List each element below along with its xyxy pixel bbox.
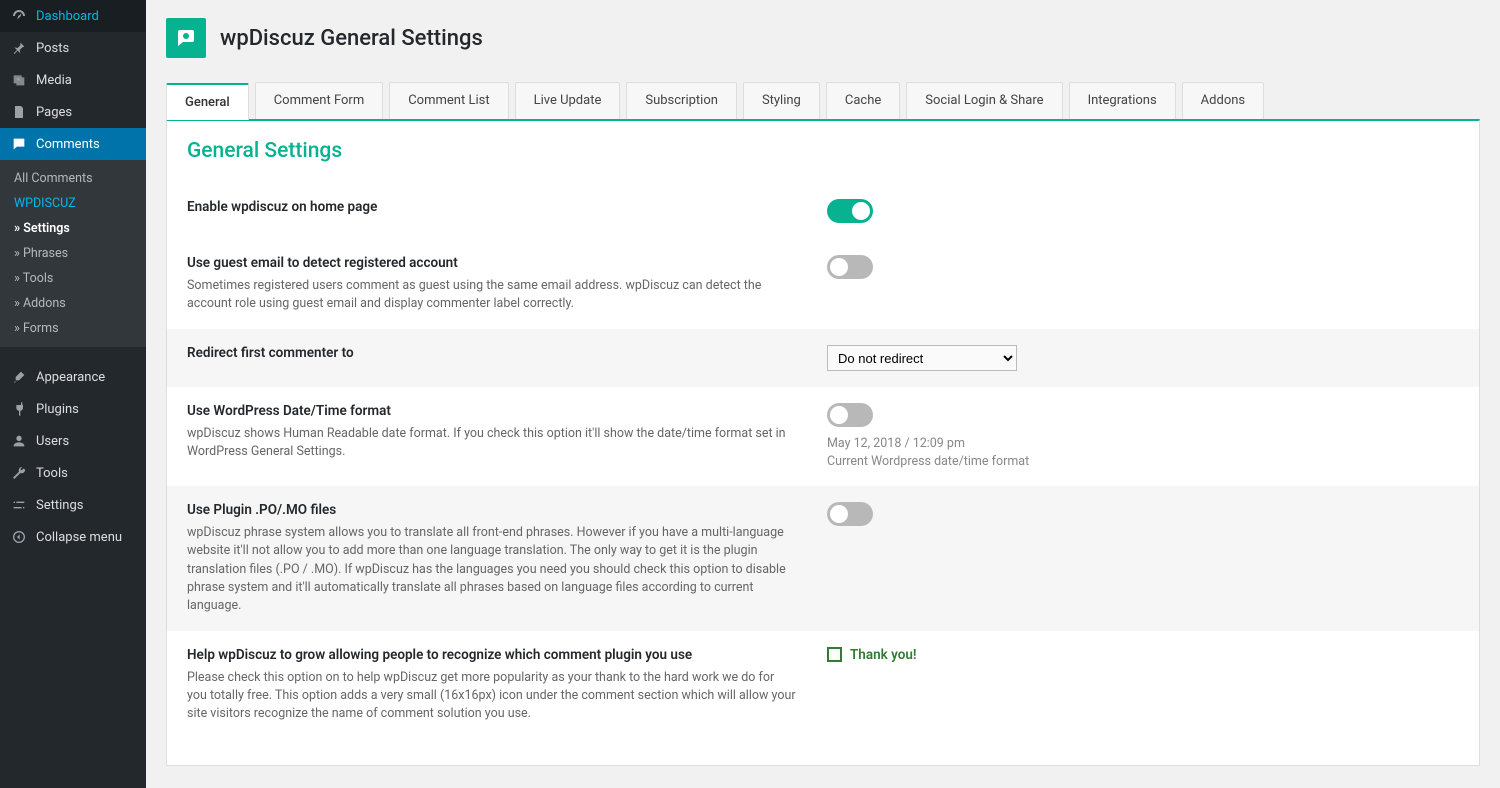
toggle-switch[interactable] xyxy=(827,199,873,223)
collapse-icon xyxy=(10,528,28,546)
wrench-icon xyxy=(10,464,28,482)
setting-label: Help wpDiscuz to grow allowing people to… xyxy=(187,647,797,663)
setting-row: Use guest email to detect registered acc… xyxy=(187,239,1459,329)
tab-general[interactable]: General xyxy=(166,83,249,120)
sidebar-item-label: Settings xyxy=(36,498,83,513)
sidebar-subitem[interactable]: » Phrases xyxy=(0,241,146,266)
sidebar-item-appearance[interactable]: Appearance xyxy=(0,361,146,393)
sidebar-item-pages[interactable]: Pages xyxy=(0,96,146,128)
sidebar-item-label: Plugins xyxy=(36,402,79,417)
main-content: wpDiscuz General Settings GeneralComment… xyxy=(146,0,1500,788)
sidebar-item-label: Comments xyxy=(36,137,100,152)
sidebar-item-media[interactable]: Media xyxy=(0,64,146,96)
plug-icon xyxy=(10,400,28,418)
sidebar-item-label: Dashboard xyxy=(36,9,99,24)
toggle-switch[interactable] xyxy=(827,502,873,526)
page-title: wpDiscuz General Settings xyxy=(220,26,483,51)
media-icon xyxy=(10,71,28,89)
toggle-switch[interactable] xyxy=(827,255,873,279)
sidebar-subitem[interactable]: All Comments xyxy=(0,166,146,191)
sidebar-item-comments[interactable]: Comments xyxy=(0,128,146,160)
setting-label: Redirect first commenter to xyxy=(187,345,797,361)
tab-integrations[interactable]: Integrations xyxy=(1069,82,1176,119)
user-icon xyxy=(10,432,28,450)
setting-description: wpDiscuz phrase system allows you to tra… xyxy=(187,524,797,615)
page-header: wpDiscuz General Settings xyxy=(166,18,1480,58)
sidebar-item-label: Pages xyxy=(36,105,72,120)
setting-label: Enable wpdiscuz on home page xyxy=(187,199,797,215)
setting-row: Help wpDiscuz to grow allowing people to… xyxy=(187,631,1459,739)
setting-description: Please check this option on to help wpDi… xyxy=(187,669,797,723)
plugin-logo-icon xyxy=(166,18,206,58)
sidebar-subitem[interactable]: » Forms xyxy=(0,316,146,341)
setting-label: Use guest email to detect registered acc… xyxy=(187,255,797,271)
sidebar-item-label: Users xyxy=(36,434,69,449)
sidebar-item-collapse-menu[interactable]: Collapse menu xyxy=(0,521,146,553)
pin-icon xyxy=(10,39,28,57)
toggle-switch[interactable] xyxy=(827,403,873,427)
sidebar-item-dashboard[interactable]: Dashboard xyxy=(0,0,146,32)
brush-icon xyxy=(10,368,28,386)
tab-comment-form[interactable]: Comment Form xyxy=(255,82,384,119)
tab-subscription[interactable]: Subscription xyxy=(626,82,737,119)
tab-addons[interactable]: Addons xyxy=(1182,82,1264,119)
tab-styling[interactable]: Styling xyxy=(743,82,820,119)
admin-sidebar: Dashboard Posts Media Pages Comments All Com… xyxy=(0,0,146,788)
sidebar-item-posts[interactable]: Posts xyxy=(0,32,146,64)
setting-description: wpDiscuz shows Human Readable date forma… xyxy=(187,425,797,461)
settings-tabs: GeneralComment FormComment ListLive Upda… xyxy=(166,82,1480,119)
tab-cache[interactable]: Cache xyxy=(826,82,900,119)
sidebar-item-label: Tools xyxy=(36,466,68,481)
sidebar-item-label: Posts xyxy=(36,41,69,56)
settings-panel: General Settings Enable wpdiscuz on home… xyxy=(166,119,1480,766)
setting-label: Use Plugin .PO/.MO files xyxy=(187,502,797,518)
tab-comment-list[interactable]: Comment List xyxy=(389,82,508,119)
checkbox-label: Thank you! xyxy=(850,647,917,663)
comment-icon xyxy=(10,135,28,153)
setting-row: Use WordPress Date/Time format wpDiscuz s… xyxy=(187,387,1459,486)
sidebar-subitem[interactable]: WPDISCUZ xyxy=(0,191,146,216)
setting-meta: May 12, 2018 / 12:09 pmCurrent Wordpress… xyxy=(827,435,1459,470)
sidebar-item-label: Collapse menu xyxy=(36,530,122,545)
sidebar-item-label: Media xyxy=(36,73,72,88)
setting-description: Sometimes registered users comment as gu… xyxy=(187,277,797,313)
setting-row: Enable wpdiscuz on home page xyxy=(187,183,1459,239)
tab-social-login-share[interactable]: Social Login & Share xyxy=(906,82,1062,119)
setting-row: Use Plugin .PO/.MO files wpDiscuz phrase … xyxy=(167,486,1479,631)
panel-title: General Settings xyxy=(187,139,1459,163)
sidebar-item-label: Appearance xyxy=(36,370,105,385)
dashboard-icon xyxy=(10,7,28,25)
sidebar-item-plugins[interactable]: Plugins xyxy=(0,393,146,425)
redirect-select[interactable]: Do not redirect xyxy=(827,345,1017,371)
setting-label: Use WordPress Date/Time format xyxy=(187,403,797,419)
tab-live-update[interactable]: Live Update xyxy=(515,82,621,119)
thankyou-checkbox[interactable] xyxy=(827,647,842,662)
sidebar-submenu: All CommentsWPDISCUZ» Settings» Phrases»… xyxy=(0,160,146,347)
sidebar-item-settings[interactable]: Settings xyxy=(0,489,146,521)
setting-row: Redirect first commenter to Do not redire… xyxy=(167,329,1479,387)
sidebar-subitem[interactable]: » Settings xyxy=(0,216,146,241)
pages-icon xyxy=(10,103,28,121)
sidebar-subitem[interactable]: » Addons xyxy=(0,291,146,316)
sidebar-item-tools[interactable]: Tools xyxy=(0,457,146,489)
sidebar-subitem[interactable]: » Tools xyxy=(0,266,146,291)
settings-icon xyxy=(10,496,28,514)
sidebar-item-users[interactable]: Users xyxy=(0,425,146,457)
